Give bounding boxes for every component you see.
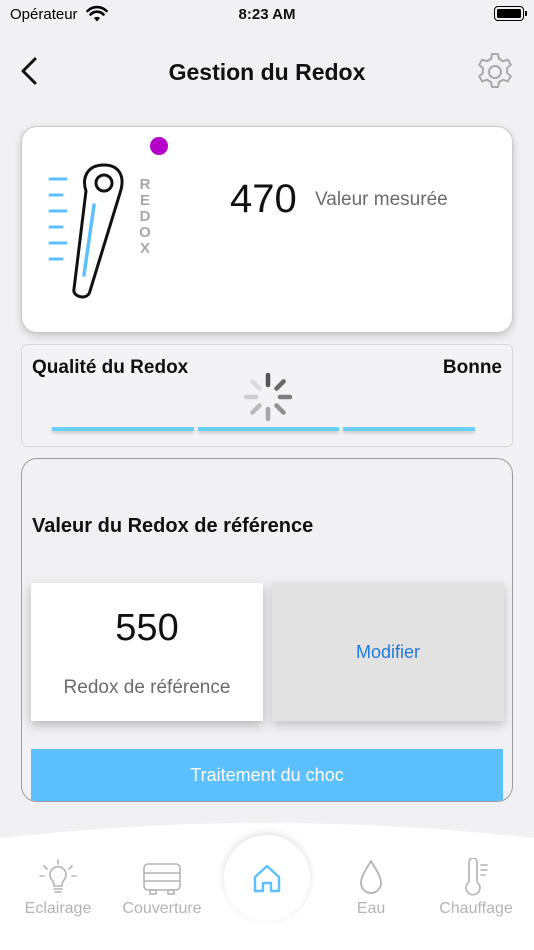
shock-treatment-button[interactable]: Traitement du choc [31, 749, 503, 801]
quality-bar-mid [198, 427, 339, 431]
reference-panel: Valeur du Redox de référence 550 Redox d… [21, 458, 513, 802]
measured-value: 470 [230, 177, 297, 221]
tab-label: Chauffage [439, 900, 513, 917]
tab-label: Eau [356, 900, 386, 917]
tab-couverture[interactable]: Couverture [112, 858, 212, 918]
reference-value-box: 550 Redox de référence [31, 583, 263, 721]
quality-panel: Qualité du Redox Bonne [21, 344, 513, 447]
tab-label: Couverture [122, 900, 202, 917]
battery-icon [494, 6, 527, 21]
home-icon [253, 864, 281, 893]
tab-chauffage[interactable]: Chauffage [428, 858, 524, 918]
reference-title: Valeur du Redox de référence [32, 515, 314, 537]
water-drop-icon [360, 860, 382, 894]
modify-button[interactable]: Modifier [272, 583, 504, 721]
bulb-icon [39, 859, 77, 893]
tab-home[interactable] [224, 835, 310, 921]
measured-value-label: Valeur mesurée [315, 189, 448, 210]
status-bar: Opérateur 8:23 AM [0, 0, 534, 30]
quality-bar-high [343, 427, 475, 431]
settings-button[interactable] [474, 51, 516, 93]
thermometer-icon [465, 858, 488, 896]
redox-probe-icon [48, 163, 124, 299]
quality-title: Qualité du Redox [32, 357, 189, 378]
gear-icon [478, 53, 512, 88]
page-title: Gestion du Redox [168, 59, 366, 85]
reference-value: 550 [115, 607, 179, 649]
reference-value-label: Redox de référence [63, 677, 231, 698]
quality-value: Bonne [442, 357, 502, 378]
measure-card: REDOX 470 Valeur mesurée [21, 126, 513, 333]
tab-eclairage[interactable]: Eclairage [12, 858, 104, 918]
tab-eau[interactable]: Eau [331, 858, 411, 918]
loading-spinner-icon [243, 372, 293, 422]
tab-label: Eclairage [24, 900, 92, 917]
cover-icon [143, 863, 181, 895]
status-time: 8:23 AM [238, 6, 296, 23]
quality-bar-low [52, 427, 194, 431]
status-dot [150, 137, 168, 155]
navigation-bar: Gestion du Redox [0, 40, 534, 102]
probe-vertical-label: REDOX [139, 176, 151, 257]
